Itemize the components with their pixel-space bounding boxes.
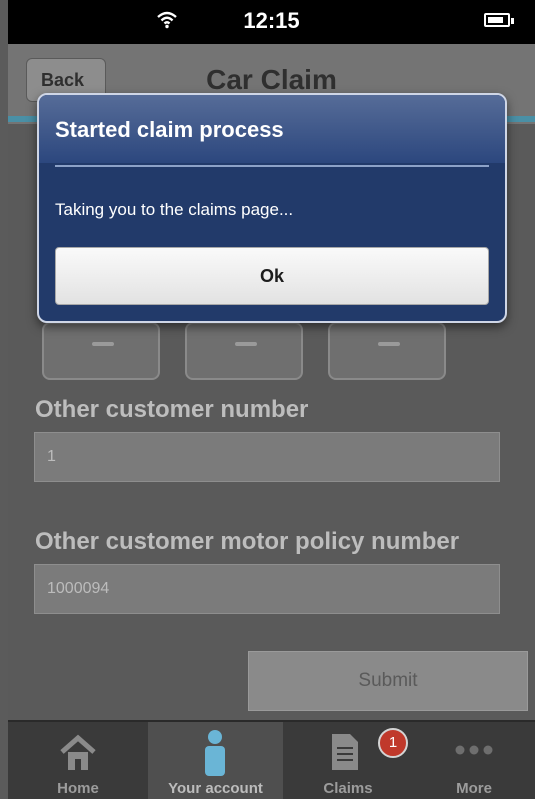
tab-bar: Home Your account Claims 1 More [8,720,535,799]
tab-label: Your account [168,780,263,797]
dash-icon [92,342,114,346]
dash-icon [378,342,400,346]
alert-dialog: Started claim process Taking you to the … [37,93,507,323]
status-bar: 12:15 [8,0,535,44]
dash-icon [235,342,257,346]
document-icon [332,734,358,770]
photo-slot-1[interactable] [42,322,160,380]
tab-label: More [456,780,492,797]
dialog-divider [55,165,489,167]
dialog-message: Taking you to the claims page... [55,200,294,219]
user-icon [205,730,225,776]
more-icon [455,745,493,755]
home-icon [60,734,96,770]
other-policy-label: Other customer motor policy number [35,528,460,555]
tab-label: Home [57,780,99,797]
other-customer-number-input[interactable]: 1 [34,432,500,482]
other-customer-number-label: Other customer number [35,396,309,423]
tab-your-account[interactable]: Your account [148,722,283,799]
tab-label: Claims [323,780,373,797]
dialog-title: Started claim process [55,117,284,142]
other-policy-input[interactable]: 1000094 [34,564,500,614]
claims-badge: 1 [378,728,408,758]
status-time: 12:15 [243,8,300,33]
page-title: Car Claim [206,64,337,95]
tab-home[interactable]: Home [8,722,148,799]
photo-slot-2[interactable] [185,322,303,380]
ok-button[interactable]: Ok [55,247,489,305]
submit-button[interactable]: Submit [248,651,528,711]
photo-slot-3[interactable] [328,322,446,380]
battery-icon [484,13,514,27]
phone-screen: 12:15 Back Car Claim Other customer numb… [0,0,535,799]
tab-more[interactable]: More [413,722,535,799]
